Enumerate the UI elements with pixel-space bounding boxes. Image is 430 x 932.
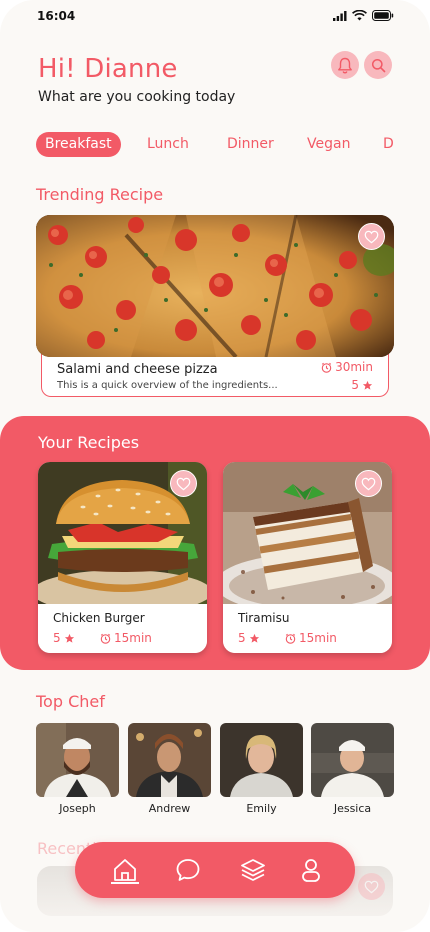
bottom-navigation — [75, 842, 355, 898]
heart-icon — [364, 230, 379, 243]
chef-name: Emily — [246, 802, 277, 815]
notifications-button[interactable] — [331, 51, 359, 79]
profile-icon — [302, 859, 320, 882]
chef-card-emily[interactable]: Emily — [220, 723, 303, 815]
rating-value: 5 — [238, 631, 246, 645]
chicken-burger-favorite-button[interactable] — [170, 470, 197, 497]
nav-messages[interactable] — [173, 855, 203, 885]
recipe-name: Chicken Burger — [53, 611, 145, 625]
trending-favorite-button[interactable] — [358, 223, 385, 250]
recent-favorite-button[interactable] — [358, 873, 385, 900]
clock-icon — [321, 362, 332, 373]
chicken-burger-info: Chicken Burger 5 15min — [38, 604, 207, 653]
tiramisu-favorite-button[interactable] — [355, 470, 382, 497]
recipe-time: 15min — [285, 631, 337, 645]
wifi-icon — [352, 10, 367, 21]
trending-recipe-name: Salami and cheese pizza — [57, 362, 218, 377]
search-button[interactable] — [364, 51, 392, 79]
category-tabs: Breakfast Lunch Dinner Vegan Dessert — [36, 132, 394, 158]
tiramisu-info: Tiramisu 5 15min — [223, 604, 392, 653]
star-icon — [249, 633, 259, 643]
nav-profile[interactable] — [296, 855, 326, 885]
trending-recipe-time: 30min — [321, 360, 373, 374]
layers-icon — [241, 859, 265, 881]
chat-icon — [176, 859, 200, 881]
status-icons — [333, 10, 394, 21]
tab-breakfast[interactable]: Breakfast — [36, 132, 121, 157]
chef-name: Joseph — [59, 802, 96, 815]
pizza-image — [36, 215, 394, 357]
your-recipes-section: Your Recipes Chicken Burger 5 15min Tira… — [0, 416, 430, 670]
chef-photo — [36, 723, 119, 797]
your-recipes-title: Your Recipes — [38, 433, 140, 452]
recipe-rating: 5 — [53, 631, 75, 645]
status-bar: 16:04 — [0, 0, 430, 32]
trending-recipe-image[interactable] — [36, 215, 394, 357]
tab-dessert[interactable]: Dessert — [383, 132, 394, 157]
recipe-time: 15min — [100, 631, 152, 645]
nav-home[interactable] — [110, 855, 140, 885]
chef-card-andrew[interactable]: Andrew — [128, 723, 211, 815]
trending-rating-value: 5 — [351, 378, 359, 392]
battery-icon — [372, 10, 394, 21]
chef-photo — [220, 723, 303, 797]
trending-recipe-description: This is a quick overview of the ingredie… — [57, 380, 278, 391]
chef-card-jessica[interactable]: Jessica — [311, 723, 394, 815]
trending-recipe-rating: 5 — [351, 378, 373, 392]
search-icon — [371, 58, 385, 72]
trending-time-label: 30min — [335, 360, 373, 374]
chef-name: Jessica — [333, 802, 372, 815]
clock-icon — [100, 633, 111, 644]
heart-icon — [361, 477, 376, 490]
heart-icon — [364, 880, 379, 893]
recipe-name: Tiramisu — [238, 611, 290, 625]
greeting-title: Hi! Dianne — [38, 54, 178, 84]
tab-dinner[interactable]: Dinner — [227, 132, 274, 157]
chef-card-joseph[interactable]: Joseph — [36, 723, 119, 815]
signal-icon — [333, 10, 347, 21]
home-icon — [114, 859, 136, 881]
recipe-rating: 5 — [238, 631, 260, 645]
clock-icon — [285, 633, 296, 644]
chef-photo — [311, 723, 394, 797]
rating-value: 5 — [53, 631, 61, 645]
star-icon — [64, 633, 74, 643]
chef-photo — [128, 723, 211, 797]
chef-name: Andrew — [148, 802, 191, 815]
top-chef-title: Top Chef — [36, 692, 105, 711]
bell-icon — [338, 57, 352, 73]
recipe-card-tiramisu[interactable]: Tiramisu 5 15min — [223, 462, 392, 653]
time-label: 15min — [299, 631, 337, 645]
time-label: 15min — [114, 631, 152, 645]
app-screen: 16:04 Hi! Dianne What are you cooking to… — [0, 0, 430, 932]
recipe-card-chicken-burger[interactable]: Chicken Burger 5 15min — [38, 462, 207, 653]
trending-section-title: Trending Recipe — [36, 185, 164, 204]
nav-active-indicator — [111, 882, 139, 884]
greeting-subtitle: What are you cooking today — [38, 89, 236, 105]
status-time: 16:04 — [37, 9, 76, 23]
nav-collections[interactable] — [238, 855, 268, 885]
star-icon — [362, 380, 373, 390]
tab-lunch[interactable]: Lunch — [147, 132, 189, 157]
tab-vegan[interactable]: Vegan — [307, 132, 350, 157]
heart-icon — [176, 477, 191, 490]
